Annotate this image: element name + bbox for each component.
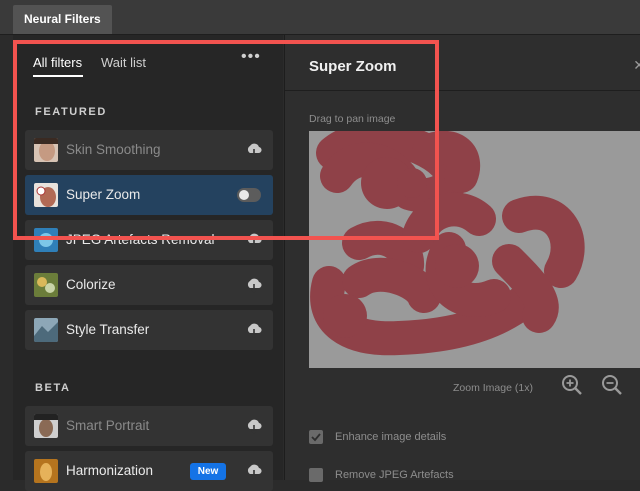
document-tab-bar: Neural Filters: [0, 0, 640, 35]
cloud-download-icon[interactable]: [245, 417, 263, 435]
filter-item-jpeg-artefacts-removal[interactable]: JPEG Artefacts Removal: [25, 220, 273, 260]
active-tab-underline: [33, 75, 83, 77]
remove-jpeg-artefacts-label: Remove JPEG Artefacts: [335, 469, 454, 481]
toggle-knob: [239, 190, 249, 200]
zoom-label: Zoom Image (1x): [453, 382, 533, 394]
drag-hint: Drag to pan image: [309, 113, 396, 125]
style-transfer-thumbnail: [34, 318, 58, 342]
header-divider: [285, 90, 640, 91]
filter-settings-panel: Super Zoom ✕ Drag to pan image Zoom Imag…: [284, 35, 640, 482]
enhance-details-checkbox[interactable]: [309, 430, 323, 444]
tab-wait-list[interactable]: Wait list: [101, 55, 146, 70]
cloud-download-icon[interactable]: [245, 462, 263, 480]
filter-item-label: Super Zoom: [66, 187, 141, 202]
zoom-in-icon[interactable]: [561, 374, 583, 396]
image-preview[interactable]: [309, 131, 640, 368]
filter-item-label: Colorize: [66, 277, 116, 292]
enhance-details-label: Enhance image details: [335, 431, 447, 443]
checkmark-icon: [311, 433, 321, 442]
colorize-thumbnail: [34, 273, 58, 297]
filter-item-label: JPEG Artefacts Removal: [66, 232, 215, 247]
panel-title: Super Zoom: [309, 58, 397, 75]
smart-portrait-thumbnail: [34, 414, 58, 438]
close-icon[interactable]: ✕: [633, 57, 640, 74]
super-zoom-thumbnail: [34, 183, 58, 207]
filter-item-label: Harmonization: [66, 463, 154, 478]
filter-item-harmonization[interactable]: Harmonization New: [25, 451, 273, 491]
cloud-download-icon[interactable]: [245, 276, 263, 294]
harmonization-thumbnail: [34, 459, 58, 483]
section-featured: FEATURED: [35, 106, 107, 118]
tab-all-filters[interactable]: All filters: [33, 55, 82, 70]
filter-item-style-transfer[interactable]: Style Transfer: [25, 310, 273, 350]
section-beta: BETA: [35, 382, 71, 394]
cloud-download-icon[interactable]: [245, 231, 263, 249]
filter-item-skin-smoothing[interactable]: Skin Smoothing: [25, 130, 273, 170]
neural-filters-tab[interactable]: Neural Filters: [13, 5, 112, 34]
filter-item-super-zoom[interactable]: Super Zoom: [25, 175, 273, 215]
cloud-download-icon[interactable]: [245, 321, 263, 339]
filter-item-smart-portrait[interactable]: Smart Portrait: [25, 406, 273, 446]
cloud-download-icon[interactable]: [245, 141, 263, 159]
mask-preview-image: [310, 131, 585, 356]
super-zoom-toggle[interactable]: [237, 188, 261, 202]
filters-panel: All filters Wait list ••• FEATURED Skin …: [13, 35, 283, 491]
zoom-out-icon[interactable]: [601, 374, 623, 396]
more-options-icon[interactable]: •••: [241, 48, 261, 66]
filter-item-label: Skin Smoothing: [66, 142, 161, 157]
filter-item-colorize[interactable]: Colorize: [25, 265, 273, 305]
skin-smoothing-thumbnail: [34, 138, 58, 162]
filter-item-label: Style Transfer: [66, 322, 150, 337]
jpeg-artefacts-thumbnail: [34, 228, 58, 252]
new-badge: New: [190, 463, 226, 480]
filter-item-label: Smart Portrait: [66, 418, 150, 433]
